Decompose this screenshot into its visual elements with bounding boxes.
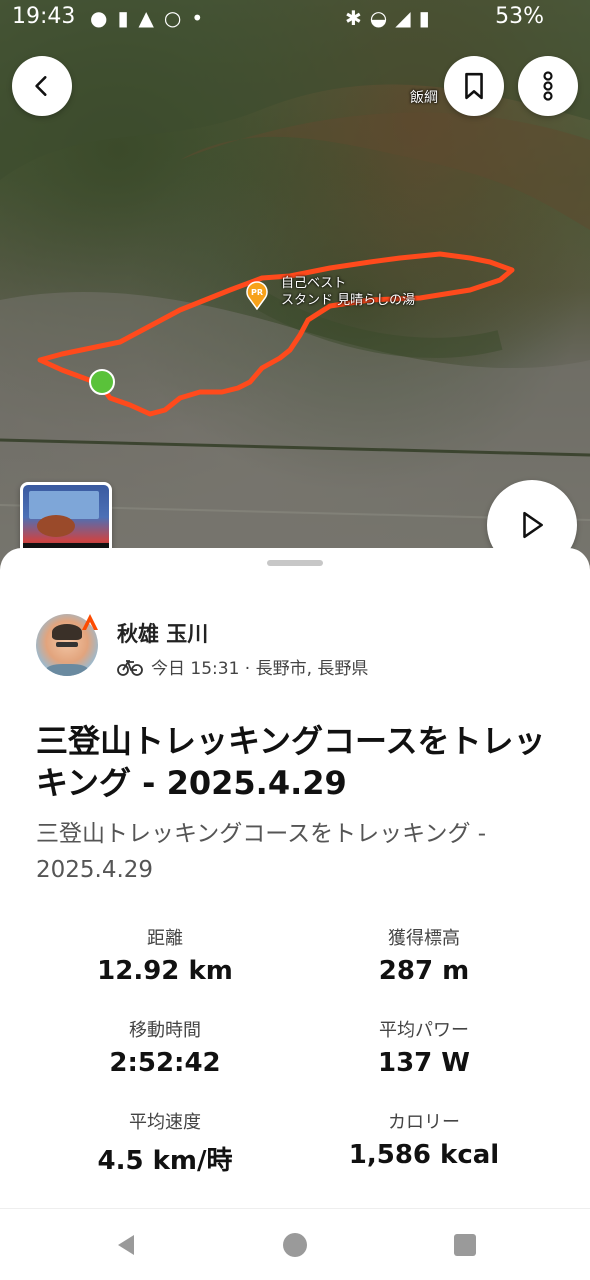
battery-icon: ▮ [418, 6, 438, 30]
activity-description: 三登山トレッキングコースをトレッキング - 2025.4.29 [36, 821, 487, 883]
notification-icons: ●▮▲○• [90, 6, 213, 30]
stat-value: 12.92 km [97, 956, 233, 986]
status-bar: 19:43 ●▮▲○• ✱◒◢▮ 53% [0, 0, 590, 36]
poi-label: 自己ベスト スタンド 見晴らしの湯 [281, 275, 415, 309]
stat-elevation-gain: 獲得標高 287 m [299, 924, 549, 986]
activity-title: 三登山トレッキングコースをトレッキング - 2025.4.29 [36, 722, 546, 802]
stat-value: 1,586 kcal [348, 1140, 500, 1170]
stat-average-power: 平均パワー 137 W [299, 1016, 549, 1078]
stat-value: 137 W [377, 1048, 470, 1078]
stat-value: 2:52:42 [109, 1048, 221, 1078]
stat-moving-time: 移動時間 2:52:42 [40, 1016, 290, 1078]
activity-details-sheet[interactable]: 秋雄 玉川 今日 15:31 · 長野市, 長野県 三登山トレッキングコースをト… [0, 548, 590, 1208]
poi-badge-text: PR [251, 288, 263, 297]
activity-meta: 今日 15:31 · 長野市, 長野県 [117, 654, 368, 679]
bicycle-icon [117, 659, 143, 676]
stat-label: カロリー [388, 1112, 460, 1133]
circle-home-icon[interactable] [282, 1232, 308, 1258]
sync-icon: ○ [163, 6, 192, 30]
poi-marker-icon[interactable]: PR [246, 280, 268, 310]
stat-label: 距離 [147, 928, 183, 949]
poi-label-line2: スタンド 見晴らしの湯 [281, 293, 416, 308]
stat-label: 移動時間 [129, 1020, 201, 1041]
stat-value: 287 m [378, 956, 470, 986]
play-icon [523, 511, 543, 539]
stat-label: 平均速度 [129, 1112, 201, 1133]
stat-calories: カロリー 1,586 kcal [299, 1108, 549, 1170]
dot-icon: • [191, 6, 214, 30]
back-button[interactable] [12, 56, 72, 116]
activity-date-location: 今日 15:31 · 長野市, 長野県 [151, 659, 369, 679]
system-icons: ✱◒◢▮ [345, 6, 438, 30]
stat-label: 獲得標高 [388, 928, 460, 949]
sheet-drag-handle[interactable] [267, 560, 323, 566]
square-recents-icon[interactable] [453, 1233, 477, 1257]
bookmark-button[interactable] [444, 56, 504, 116]
signal-icon: ◢ [395, 6, 419, 30]
facebook-icon: ● [90, 6, 118, 30]
status-time: 19:43 [12, 4, 76, 29]
start-marker [89, 369, 115, 395]
warning-icon: ▲ [138, 6, 164, 30]
chevron-left-icon [35, 76, 47, 96]
system-navigation-bar [0, 1208, 590, 1280]
stat-average-speed: 平均速度 4.5 km/時 [40, 1108, 290, 1177]
bluetooth-icon: ✱ [345, 6, 370, 30]
stat-distance: 距離 12.92 km [40, 924, 290, 986]
subscriber-badge-icon [82, 614, 98, 630]
battery-percent: 53% [495, 4, 544, 29]
stat-value: 4.5 km/時 [97, 1146, 233, 1176]
stat-label: 平均パワー [379, 1020, 469, 1041]
athlete-name[interactable]: 秋雄 玉川 [117, 618, 208, 648]
more-vertical-icon [543, 71, 553, 101]
triangle-back-icon[interactable] [114, 1233, 138, 1257]
poi-label-line1: 自己ベスト [281, 276, 347, 291]
sim-icon: ▮ [117, 6, 139, 30]
wifi-icon: ◒ [369, 6, 396, 30]
more-options-button[interactable] [518, 56, 578, 116]
bookmark-icon [465, 72, 483, 100]
place-label: 飯綱 [410, 90, 438, 106]
